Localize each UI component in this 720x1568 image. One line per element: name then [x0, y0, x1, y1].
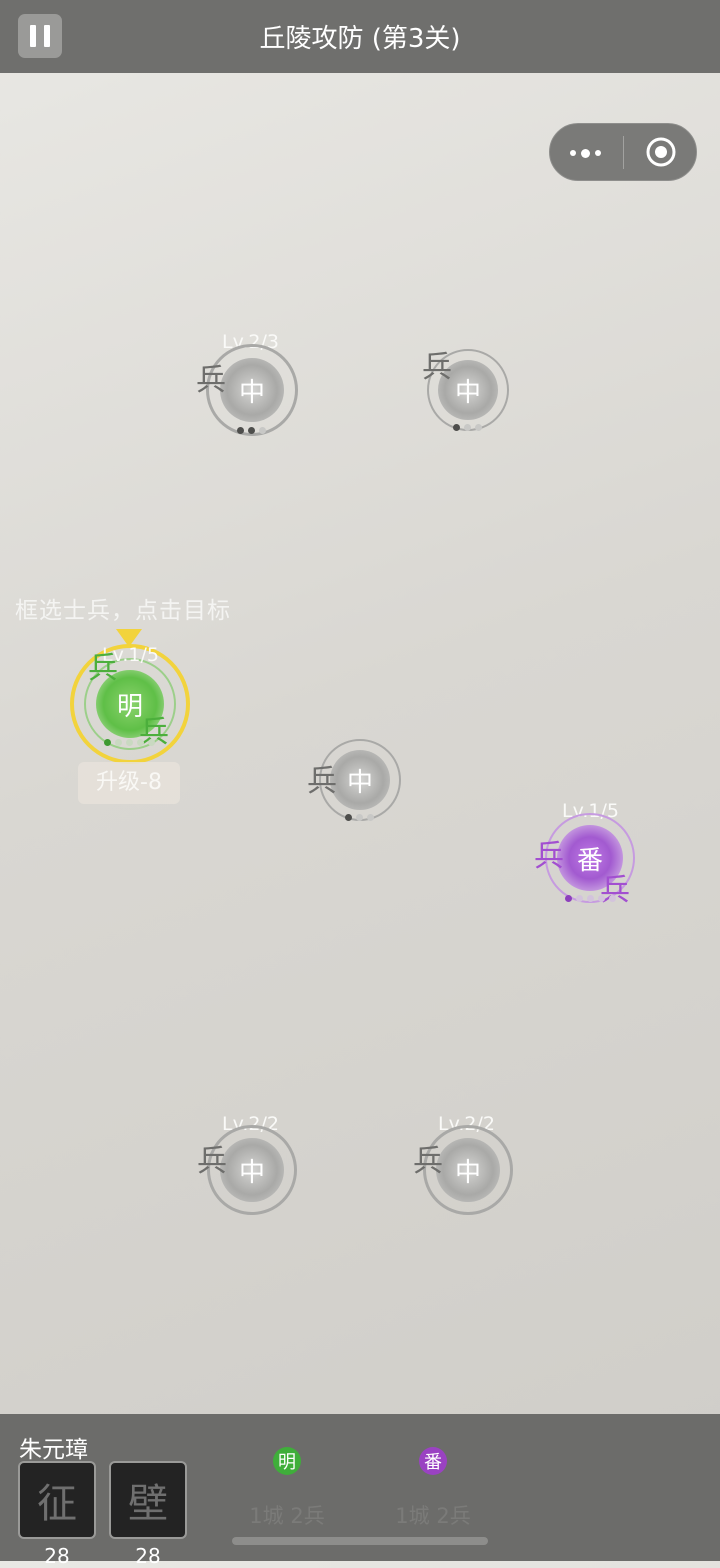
faction-ming-info: 1城 2兵: [249, 1504, 325, 1528]
miniprogram-capsule: [549, 123, 697, 181]
garrison-pips: [104, 739, 155, 746]
soldier-unit[interactable]: 兵: [307, 767, 337, 797]
city-char: 中: [238, 1157, 265, 1188]
city-core: 中: [436, 1138, 500, 1202]
soldier-unit[interactable]: 兵: [197, 1147, 227, 1177]
faction-scrollbar[interactable]: [232, 1537, 488, 1545]
city-char: 番: [576, 845, 603, 876]
skill-wall-count: 28: [135, 1544, 161, 1568]
soldier-unit[interactable]: 兵: [534, 842, 564, 872]
player-name: 朱元璋: [19, 1437, 88, 1463]
soldier-unit[interactable]: 兵: [413, 1147, 443, 1177]
garrison-pips: [453, 424, 482, 431]
city-core: 中: [220, 1138, 284, 1202]
garrison-pips: [237, 427, 266, 434]
top-bar: 丘陵攻防 (第3关): [0, 0, 720, 73]
city-char: 中: [454, 1157, 481, 1188]
level-title: 丘陵攻防 (第3关): [259, 24, 461, 54]
target-circle-icon[interactable]: [646, 137, 676, 167]
capsule-divider: [623, 136, 624, 169]
garrison-pips: [345, 814, 374, 821]
soldier-unit[interactable]: 兵: [88, 654, 118, 684]
skill-conquer-count: 28: [44, 1544, 70, 1568]
upgrade-button[interactable]: 升级-8: [78, 762, 180, 804]
instruction-hint: 框选士兵，点击目标: [15, 598, 231, 624]
soldier-unit[interactable]: 兵: [422, 353, 452, 383]
city-char: 中: [454, 377, 481, 408]
bottom-panel: 朱元璋 征 28 壁 28 明 1城 2兵 番 1城 2兵: [0, 1414, 720, 1568]
skill-conquer-button[interactable]: 征: [18, 1461, 96, 1539]
soldier-unit[interactable]: 兵: [196, 366, 226, 396]
faction-fan-badge: 番: [419, 1447, 447, 1475]
garrison-pips: [565, 895, 616, 902]
city-char: 中: [346, 767, 373, 798]
city-core: 中: [220, 358, 284, 422]
city-char: 中: [238, 377, 265, 408]
faction-ming-badge: 明: [273, 1447, 301, 1475]
skill-wall-button[interactable]: 壁: [109, 1461, 187, 1539]
faction-fan-info: 1城 2兵: [395, 1504, 471, 1528]
city-core: 中: [330, 750, 390, 810]
